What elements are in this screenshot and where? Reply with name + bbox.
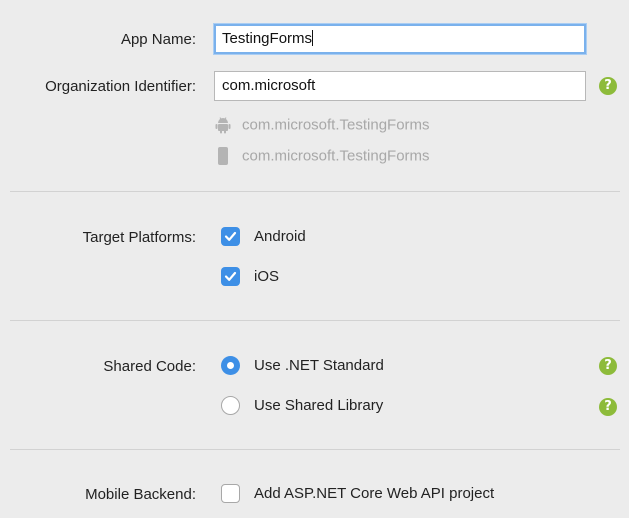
web-api-option-label: Add ASP.NET Core Web API project [254,485,495,502]
section-divider [10,191,620,192]
ios-bundle-id-text: com.microsoft.TestingForms [242,147,430,165]
organization-identifier-input[interactable]: com.microsoft [214,71,586,101]
section-divider [10,449,620,450]
target-platforms-label: Target Platforms: [82,229,196,246]
app-name-input[interactable]: TestingForms [214,24,586,54]
organization-help-icon[interactable]: ? [599,77,617,95]
net-standard-option-label: Use .NET Standard [254,357,384,374]
web-api-checkbox[interactable] [221,484,240,503]
app-name-label: App Name: [120,31,196,48]
section-divider [10,320,620,321]
android-option-label: Android [254,228,306,245]
android-bundle-id-text: com.microsoft.TestingForms [242,116,430,134]
mobile-backend-label: Mobile Backend: [85,486,196,503]
shared-library-option-label: Use Shared Library [254,397,384,414]
organization-identifier-value: com.microsoft [222,77,316,94]
ios-bundle-id: com.microsoft.TestingForms [214,147,430,166]
android-icon [214,116,232,134]
net-standard-help-icon[interactable]: ? [599,357,617,375]
android-checkbox[interactable] [221,227,240,246]
shared-code-label: Shared Code: [103,358,196,375]
app-name-value: TestingForms [222,30,313,47]
text-caret [312,30,314,46]
organization-identifier-label: Organization Identifier: [45,78,196,95]
net-standard-radio[interactable] [221,356,240,375]
shared-library-help-icon[interactable]: ? [599,398,617,416]
iphone-icon [214,147,232,166]
ios-checkbox[interactable] [221,267,240,286]
ios-option-label: iOS [254,268,280,285]
android-bundle-id: com.microsoft.TestingForms [214,116,430,134]
shared-library-radio[interactable] [221,396,240,415]
